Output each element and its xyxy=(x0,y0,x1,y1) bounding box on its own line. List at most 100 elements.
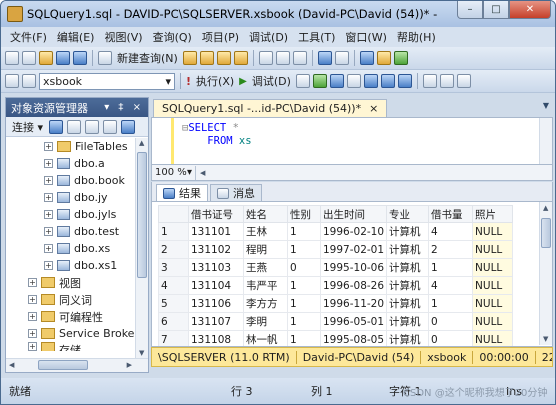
execute-button[interactable]: 执行(X) xyxy=(194,73,236,89)
menu-view[interactable]: 视图(V) xyxy=(99,29,147,45)
display-plan-icon[interactable] xyxy=(329,74,344,88)
scroll-left-icon[interactable]: ◀ xyxy=(9,361,14,369)
scroll-up-icon[interactable]: ▲ xyxy=(543,204,548,212)
scroll-thumb[interactable] xyxy=(541,218,551,248)
table-row[interactable]: 1 131101 王林 1 1996-02-10 计算机 4 NULL xyxy=(158,222,514,241)
paste-icon[interactable] xyxy=(292,51,307,65)
menu-file[interactable]: 文件(F) xyxy=(5,29,52,45)
column-header[interactable]: 借书证号 xyxy=(188,205,244,223)
tree-item-filetables[interactable]: + FileTables xyxy=(6,138,136,155)
table-row[interactable]: 7 131108 林一帆 1 1995-08-05 计算机 0 NULL xyxy=(158,330,514,346)
minimize-button[interactable]: – xyxy=(457,1,483,19)
table-row[interactable]: 6 131107 李明 1 1996-05-01 计算机 0 NULL xyxy=(158,312,514,331)
results-to-file-icon[interactable] xyxy=(397,74,412,88)
close-button[interactable]: ✕ xyxy=(509,1,551,19)
results-to-grid-icon[interactable] xyxy=(380,74,395,88)
mdx-query-icon[interactable] xyxy=(216,51,231,65)
new-project-icon[interactable] xyxy=(5,51,19,65)
tree-item-synonyms[interactable]: + 同义词 xyxy=(6,291,136,308)
tab-sqlquery1[interactable]: SQLQuery1.sql -...id-PC\David (54))* × xyxy=(153,99,388,117)
scroll-left-icon[interactable]: ◀ xyxy=(200,169,205,177)
database-engine-query-icon[interactable] xyxy=(182,51,197,65)
tab-messages[interactable]: 消息 xyxy=(210,184,262,201)
analysis-query-icon[interactable] xyxy=(199,51,214,65)
stop-icon[interactable] xyxy=(85,119,100,134)
column-header[interactable]: 姓名 xyxy=(243,205,288,223)
open-file-icon[interactable] xyxy=(39,51,53,65)
tree-item-storage[interactable]: + 存储 xyxy=(6,342,136,351)
zoom-select[interactable]: 100 % ▾ xyxy=(152,165,196,180)
tree-item-service-broker[interactable]: + Service Broker xyxy=(6,325,136,342)
dmx-query-icon[interactable] xyxy=(233,51,248,65)
tree-item-table[interactable]: + dbo.xs1 xyxy=(6,257,136,274)
query-editor[interactable]: ⊟SELECT * FROM xs xyxy=(151,117,553,165)
menu-tools[interactable]: 工具(T) xyxy=(293,29,340,45)
scroll-up-icon[interactable]: ▲ xyxy=(139,139,144,147)
column-header[interactable]: 性别 xyxy=(287,205,321,223)
database-select[interactable]: xsbook ▾ xyxy=(39,72,175,90)
tree-item-programmability[interactable]: + 可编程性 xyxy=(6,308,136,325)
debug-icon[interactable]: ▶ xyxy=(239,76,247,87)
object-explorer-horizontal-scrollbar[interactable]: ◀ ▶ xyxy=(6,358,148,372)
table-row[interactable]: 5 131106 李方方 1 1996-11-20 计算机 1 NULL xyxy=(158,294,514,313)
debug-button[interactable]: 调试(D) xyxy=(250,73,293,89)
scroll-thumb[interactable] xyxy=(38,360,88,370)
menu-project[interactable]: 项目(P) xyxy=(197,29,244,45)
start-icon[interactable] xyxy=(393,51,408,65)
tree-item-table[interactable]: + dbo.a xyxy=(6,155,136,172)
connect-icon[interactable] xyxy=(49,119,64,134)
scroll-thumb[interactable] xyxy=(137,152,147,278)
redo-icon[interactable] xyxy=(334,51,349,65)
undo-icon[interactable] xyxy=(317,51,332,65)
add-item-icon[interactable] xyxy=(22,51,36,65)
column-header[interactable]: 出生时间 xyxy=(319,205,388,223)
results-to-text-icon[interactable] xyxy=(363,74,378,88)
object-explorer-vertical-scrollbar[interactable]: ▲ ▼ xyxy=(135,138,148,358)
table-row[interactable]: 3 131103 王燕 0 1995-10-06 计算机 1 NULL xyxy=(158,258,514,277)
disconnect-icon[interactable] xyxy=(67,119,82,134)
tree-item-table[interactable]: + dbo.jyls xyxy=(6,206,136,223)
comment-icon[interactable] xyxy=(422,74,437,88)
execute-icon[interactable]: ! xyxy=(186,75,191,88)
parse-icon[interactable] xyxy=(312,74,327,88)
table-row[interactable]: 2 131102 程明 1 1997-02-01 计算机 2 NULL xyxy=(158,240,514,259)
results-vertical-scrollbar[interactable]: ▲ ▼ xyxy=(539,202,552,345)
column-header[interactable]: 专业 xyxy=(386,205,430,223)
chevron-down-icon[interactable]: ▼ xyxy=(543,101,549,110)
uncomment-icon[interactable] xyxy=(439,74,454,88)
close-icon[interactable]: × xyxy=(369,102,378,115)
tree-item-table[interactable]: + dbo.book xyxy=(6,172,136,189)
table-row[interactable]: 4 131104 韦严平 1 1996-08-26 计算机 4 NULL xyxy=(158,276,514,295)
save-icon[interactable] xyxy=(56,51,70,65)
save-all-icon[interactable] xyxy=(73,51,87,65)
column-header[interactable]: 照片 xyxy=(472,205,514,223)
new-query-icon[interactable] xyxy=(98,51,112,65)
indent-icon[interactable] xyxy=(456,74,471,88)
menu-help[interactable]: 帮助(H) xyxy=(392,29,441,45)
menu-edit[interactable]: 编辑(E) xyxy=(52,29,100,45)
menu-debug[interactable]: 调试(D) xyxy=(244,29,293,45)
new-query-button[interactable]: 新建查询(N) xyxy=(115,50,180,66)
object-explorer-connect-icon[interactable] xyxy=(5,74,19,88)
tree-item-table[interactable]: + dbo.test xyxy=(6,223,136,240)
scroll-down-icon[interactable]: ▼ xyxy=(543,335,548,343)
pin-icon[interactable]: ▾ ‡ × xyxy=(104,102,144,113)
change-connection-icon[interactable] xyxy=(22,74,36,88)
menu-window[interactable]: 窗口(W) xyxy=(340,29,391,45)
copy-icon[interactable] xyxy=(275,51,290,65)
editor-vertical-scrollbar[interactable] xyxy=(539,118,552,164)
navigate-icon[interactable] xyxy=(359,51,374,65)
tree-item-table[interactable]: + dbo.xs xyxy=(6,240,136,257)
connect-button[interactable]: 连接 ▾ xyxy=(10,119,45,135)
maximize-button[interactable]: □ xyxy=(483,1,509,19)
tab-results[interactable]: 结果 xyxy=(156,184,208,201)
tree-item-table[interactable]: + dbo.jy xyxy=(6,189,136,206)
refresh-icon[interactable] xyxy=(121,119,136,134)
scroll-down-icon[interactable]: ▼ xyxy=(139,349,144,357)
solution-explorer-icon[interactable] xyxy=(376,51,391,65)
cut-icon[interactable] xyxy=(258,51,273,65)
cancel-query-icon[interactable] xyxy=(295,74,310,88)
scroll-right-icon[interactable]: ▶ xyxy=(127,361,132,369)
query-designer-icon[interactable] xyxy=(346,74,361,88)
column-header[interactable]: 借书量 xyxy=(428,205,474,223)
